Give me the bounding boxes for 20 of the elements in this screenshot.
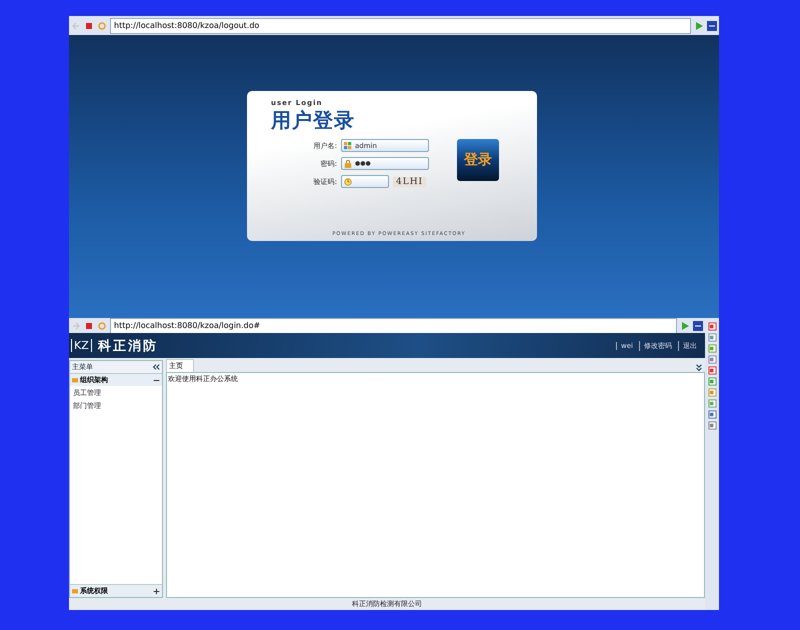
- collapse-icon[interactable]: [152, 363, 160, 371]
- captcha-field[interactable]: [341, 175, 389, 188]
- lock-icon: [344, 160, 352, 168]
- stop-icon[interactable]: [84, 320, 94, 330]
- address-field[interactable]: http://localhost:8080/kzoa/login.do#: [110, 318, 677, 334]
- logo-mark: KZ: [71, 339, 92, 352]
- plus-icon: [153, 588, 160, 594]
- refresh-icon[interactable]: [97, 320, 107, 330]
- captcha-image: 4LHI: [393, 176, 426, 186]
- stop-icon[interactable]: [84, 20, 94, 30]
- clock-icon: [344, 178, 352, 186]
- login-title: 用户登录: [271, 107, 356, 133]
- expand-icon[interactable]: [695, 364, 703, 372]
- address-field[interactable]: http://localhost:8080/kzoa/logout.do: [110, 18, 691, 34]
- app-icon[interactable]: [693, 320, 703, 330]
- refresh-icon[interactable]: [97, 20, 107, 30]
- login-button[interactable]: 登录: [457, 139, 499, 181]
- grid-icon: [344, 142, 352, 150]
- app-icon[interactable]: [707, 20, 717, 30]
- logo-text: 科正消防: [98, 338, 158, 354]
